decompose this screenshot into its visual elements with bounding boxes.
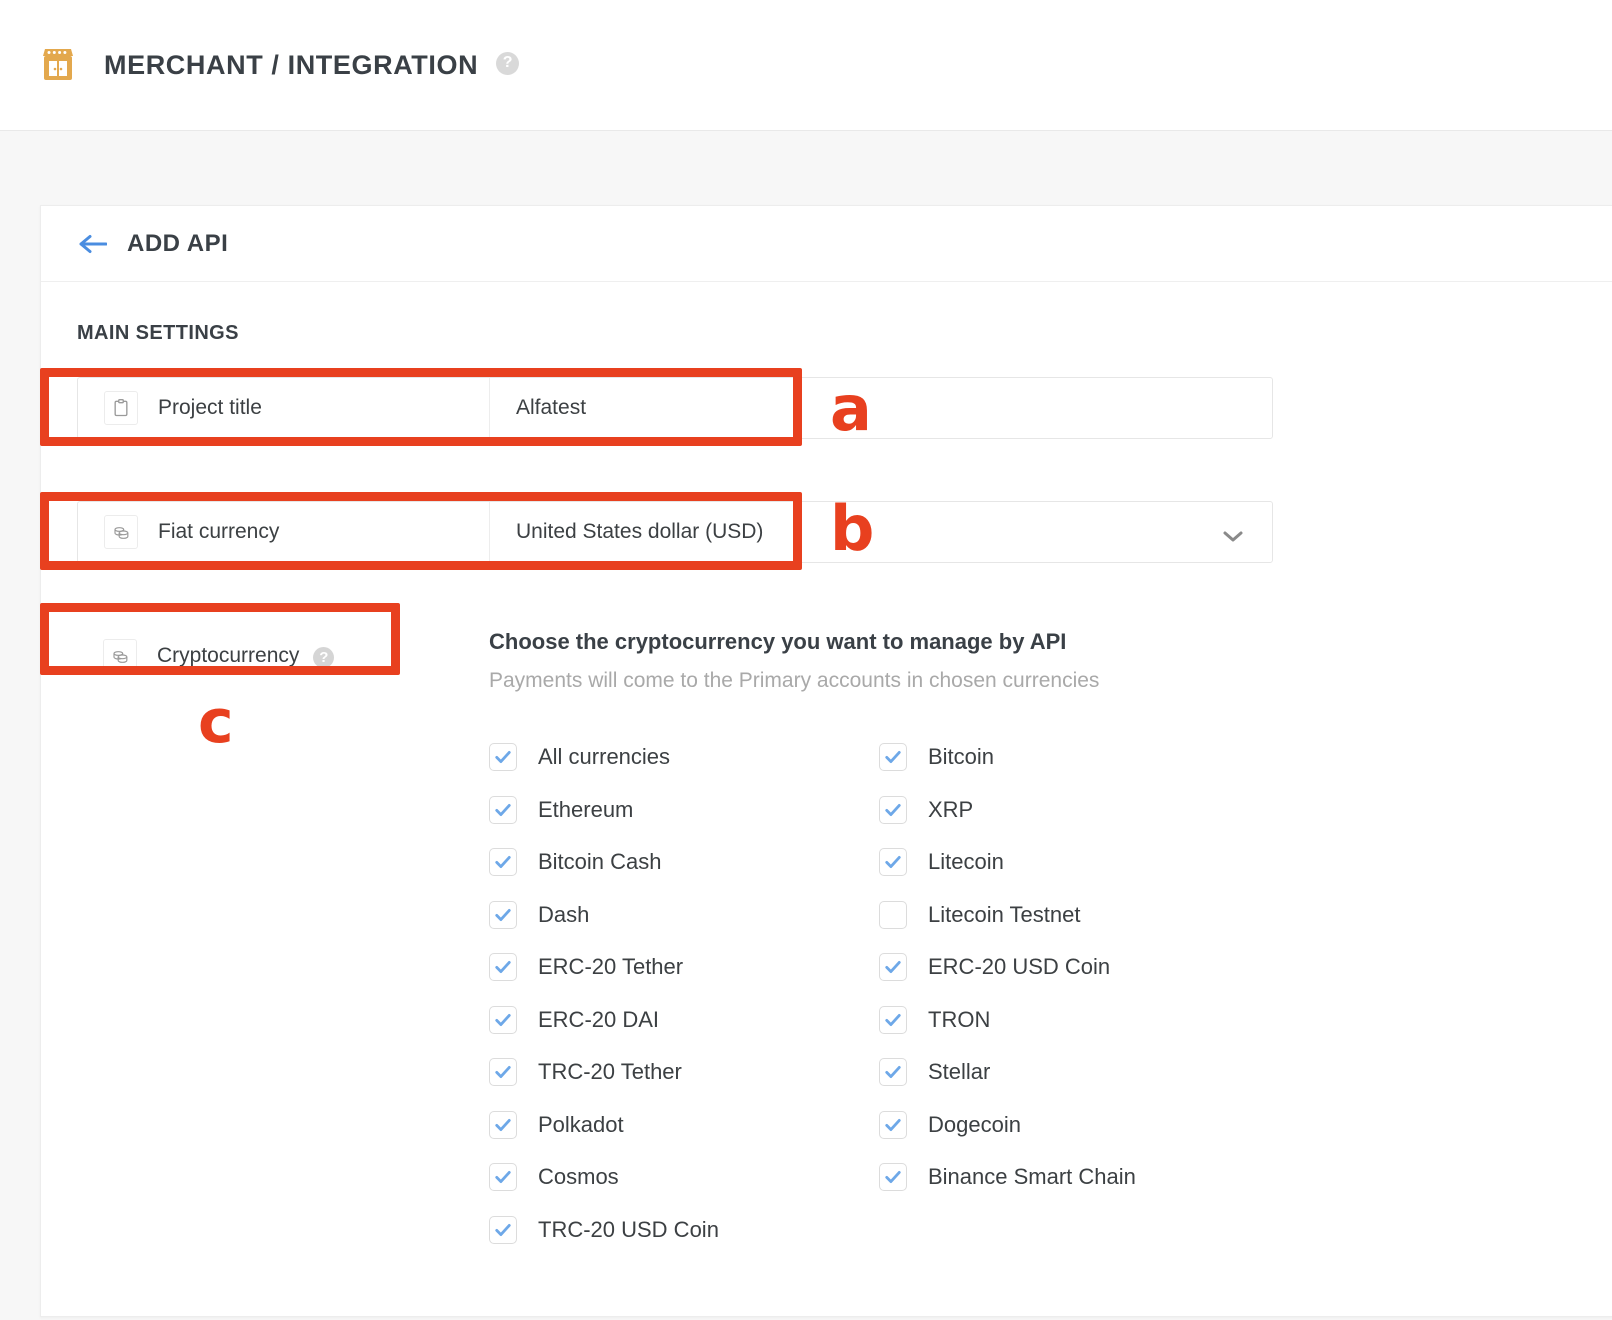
- checkbox-checked-icon[interactable]: [489, 743, 517, 772]
- checkbox-checked-icon[interactable]: [879, 848, 907, 877]
- crypto-option-item[interactable]: Dogecoin: [879, 1099, 1269, 1152]
- crypto-option-label: Litecoin Testnet: [928, 901, 1081, 927]
- project-title-label-cell: Project title: [78, 378, 490, 438]
- project-title-label: Project title: [158, 396, 262, 419]
- crypto-option-item[interactable]: Stellar: [879, 1046, 1269, 1099]
- checkbox-checked-icon[interactable]: [879, 1058, 907, 1087]
- crypto-option-item[interactable]: Dash: [489, 889, 879, 942]
- crypto-option-label: All currencies: [538, 744, 671, 770]
- checkbox-checked-icon[interactable]: [489, 1005, 517, 1034]
- crypto-option-label: ERC-20 DAI: [538, 1006, 660, 1032]
- checkbox-checked-icon[interactable]: [489, 1163, 517, 1192]
- coins-icon: [104, 515, 138, 549]
- checkbox-checked-icon[interactable]: [879, 1163, 907, 1192]
- checkbox-checked-icon[interactable]: [489, 1058, 517, 1087]
- cryptocurrency-label: Cryptocurrency: [157, 644, 300, 667]
- crypto-option-item[interactable]: TRC-20 Tether: [489, 1046, 879, 1099]
- help-icon[interactable]: ?: [496, 51, 520, 75]
- crypto-option-label: Binance Smart Chain: [928, 1164, 1136, 1190]
- crypto-option-item[interactable]: Bitcoin Cash: [489, 836, 879, 889]
- crypto-option-label: Stellar: [928, 1059, 991, 1085]
- fiat-currency-label-cell: Fiat currency: [78, 502, 490, 562]
- arrow-left-icon[interactable]: [77, 233, 108, 255]
- help-icon[interactable]: ?: [313, 646, 335, 668]
- crypto-option-item[interactable]: Litecoin Testnet: [879, 889, 1269, 942]
- crypto-option-label: Bitcoin: [928, 744, 995, 770]
- crypto-option-item[interactable]: Litecoin: [879, 836, 1269, 889]
- crypto-option-item[interactable]: ERC-20 Tether: [489, 941, 879, 994]
- cryptocurrency-row: Cryptocurrency ? Choose the cryptocurren…: [77, 625, 1612, 1256]
- crypto-option-label: Cosmos: [538, 1164, 619, 1190]
- fiat-currency-select[interactable]: United States dollar (USD): [490, 502, 1272, 562]
- crypto-option-item[interactable]: ERC-20 USD Coin: [879, 941, 1269, 994]
- crypto-option-item[interactable]: Cosmos: [489, 1151, 879, 1204]
- checkbox-checked-icon[interactable]: [489, 953, 517, 982]
- crypto-option-label: TRC-20 Tether: [538, 1059, 682, 1085]
- page-title: MERCHANT / INTEGRATION: [104, 49, 479, 80]
- crypto-option-label: TRC-20 USD Coin: [538, 1216, 719, 1242]
- checkbox-checked-icon[interactable]: [489, 1110, 517, 1139]
- checkbox-checked-icon[interactable]: [879, 1110, 907, 1139]
- fiat-currency-value: United States dollar (USD): [516, 520, 764, 543]
- crypto-option-item[interactable]: Ethereum: [489, 784, 879, 837]
- crypto-option-item[interactable]: Polkadot: [489, 1099, 879, 1152]
- crypto-option-label: Dogecoin: [928, 1111, 1021, 1137]
- checkbox-checked-icon[interactable]: [879, 795, 907, 824]
- checkbox-checked-icon[interactable]: [489, 848, 517, 877]
- project-title-row[interactable]: Project title Alfatest: [77, 377, 1273, 439]
- crypto-option-item[interactable]: Binance Smart Chain: [879, 1151, 1269, 1204]
- crypto-option-label: Dash: [538, 901, 590, 927]
- clipboard-icon: [104, 391, 138, 425]
- checkbox-checked-icon[interactable]: [879, 953, 907, 982]
- crypto-option-label: ERC-20 Tether: [538, 954, 684, 980]
- card-title: ADD API: [127, 229, 229, 257]
- card-header: ADD API: [41, 206, 1612, 282]
- crypto-option-label: ERC-20 USD Coin: [928, 954, 1111, 980]
- fiat-currency-label: Fiat currency: [158, 520, 280, 543]
- crypto-option-item[interactable]: All currencies: [489, 731, 879, 784]
- checkbox-checked-icon[interactable]: [879, 1005, 907, 1034]
- crypto-checkbox-grid: All currencies Ethereum Bitcoin Cash Dash ER…: [489, 731, 1612, 1256]
- cryptocurrency-heading: Choose the cryptocurrency you want to ma…: [489, 629, 1067, 654]
- crypto-option-label: Ethereum: [538, 796, 634, 822]
- checkbox-checked-icon[interactable]: [489, 900, 517, 929]
- crypto-option-item[interactable]: TRC-20 USD Coin: [489, 1204, 879, 1257]
- checkbox-checked-icon[interactable]: [879, 743, 907, 772]
- chevron-down-icon[interactable]: [1222, 525, 1244, 542]
- crypto-column-right: Bitcoin XRP Litecoin Litecoin Testnet ERC-20…: [879, 731, 1269, 1256]
- annotation-label-a: a: [830, 372, 872, 445]
- crypto-option-label: XRP: [928, 796, 974, 822]
- annotation-label-c: c: [198, 687, 234, 757]
- section-label: MAIN SETTINGS: [77, 322, 239, 344]
- checkbox-checked-icon[interactable]: [489, 1215, 517, 1244]
- crypto-option-label: Polkadot: [538, 1111, 624, 1137]
- app-header: MERCHANT / INTEGRATION ?: [0, 0, 1612, 131]
- checkbox-checked-icon[interactable]: [489, 795, 517, 824]
- crypto-option-item[interactable]: ERC-20 DAI: [489, 994, 879, 1047]
- store-icon: [38, 45, 78, 85]
- cryptocurrency-chooser: Choose the cryptocurrency you want to ma…: [489, 625, 1612, 1256]
- form-rows: Project title Alfatest Fiat currency Uni…: [41, 377, 1612, 1256]
- checkbox-unchecked-icon[interactable]: [879, 900, 907, 929]
- crypto-option-item[interactable]: XRP: [879, 784, 1269, 837]
- fiat-currency-row[interactable]: Fiat currency United States dollar (USD): [77, 501, 1273, 563]
- add-api-card: ADD API MAIN SETTINGS Project title Alfa…: [40, 205, 1612, 1317]
- project-title-input[interactable]: Alfatest: [490, 378, 1272, 438]
- crypto-option-item[interactable]: TRON: [879, 994, 1269, 1047]
- cryptocurrency-subtext: Payments will come to the Primary accoun…: [489, 669, 1100, 692]
- coins-icon: [103, 639, 137, 673]
- annotation-label-b: b: [830, 492, 875, 565]
- crypto-column-left: All currencies Ethereum Bitcoin Cash Dash ER…: [489, 731, 879, 1256]
- crypto-option-label: Bitcoin Cash: [538, 849, 662, 875]
- crypto-option-item[interactable]: Bitcoin: [879, 731, 1269, 784]
- crypto-option-label: TRON: [928, 1006, 991, 1032]
- crypto-option-label: Litecoin: [928, 849, 1004, 875]
- cryptocurrency-label-cell: Cryptocurrency ?: [77, 625, 489, 687]
- card-body: MAIN SETTINGS Project title Alfatest Fia…: [41, 282, 1612, 1316]
